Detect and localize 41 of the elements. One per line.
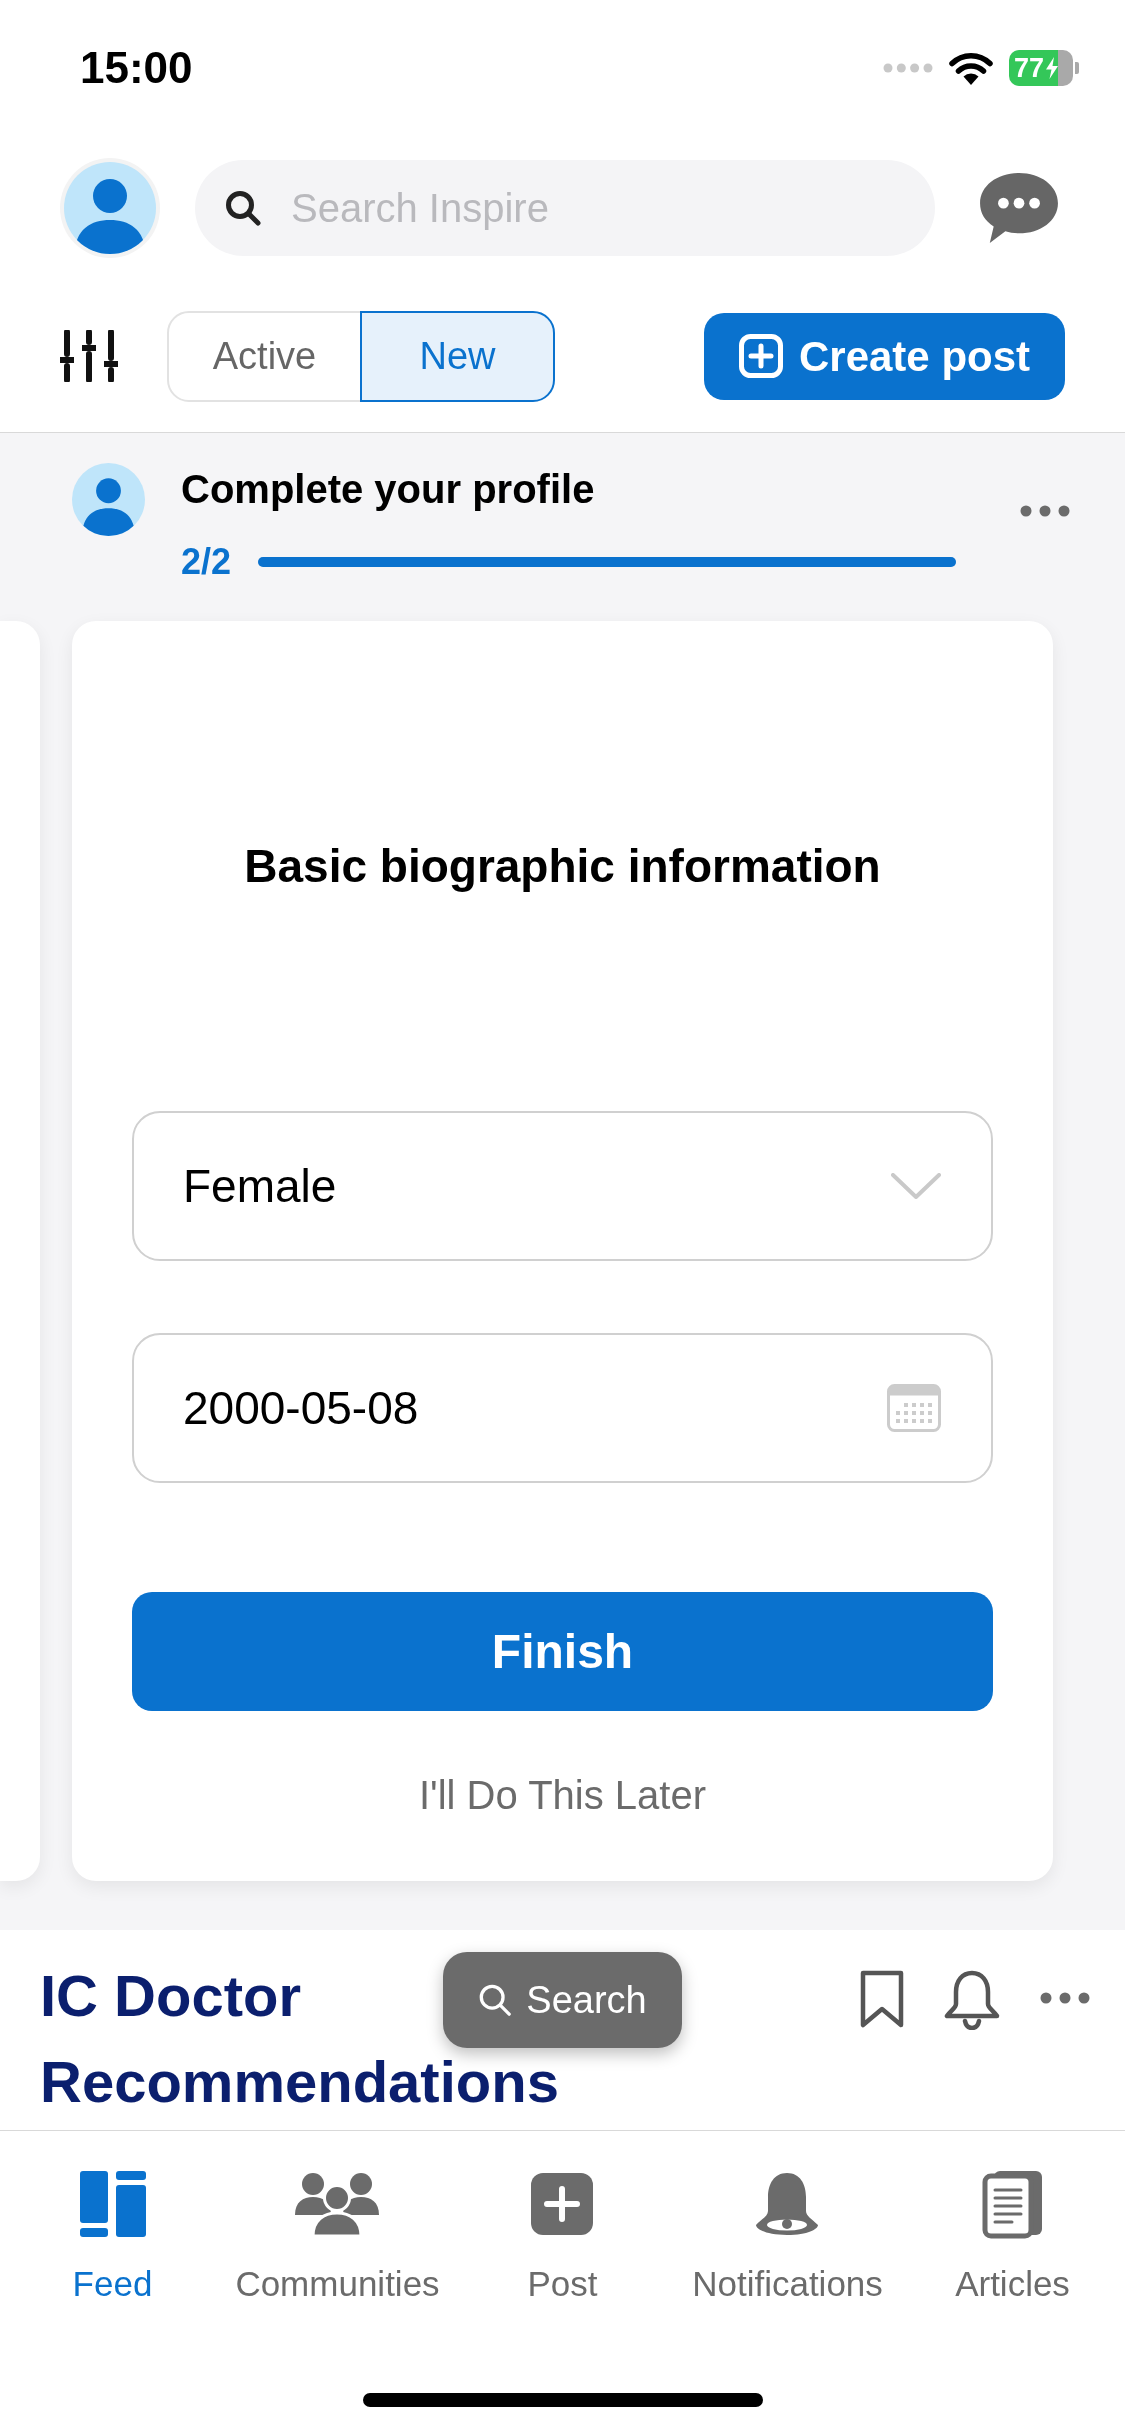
card-title: Basic biographic information — [244, 839, 881, 894]
profile-prompt-title: Complete your profile — [181, 466, 595, 513]
gender-select[interactable]: Female — [132, 1111, 993, 1261]
people-icon — [295, 2171, 380, 2237]
bell-icon — [754, 2171, 821, 2237]
battery-percentage: 77 — [1014, 54, 1045, 82]
plus-square-icon — [738, 334, 783, 378]
bookmark-icon[interactable] — [860, 1970, 904, 2028]
more-icon[interactable] — [1020, 505, 1070, 517]
tab-bar-item[interactable]: Feed — [72, 2169, 153, 2305]
search-toast[interactable]: Search — [443, 1952, 682, 2048]
progress-count: 2/2 — [181, 540, 232, 584]
section-title: Recommendations — [40, 2050, 559, 2114]
filter-tab[interactable]: New — [360, 310, 555, 402]
chat-bubble-icon[interactable] — [978, 171, 1060, 245]
wifi-icon — [948, 51, 994, 85]
finish-button[interactable]: Finish — [132, 1592, 993, 1711]
plus-square-icon — [531, 2173, 594, 2235]
date-field[interactable]: 2000-05-08 — [132, 1333, 993, 1483]
tab-bar-item[interactable]: Communities — [235, 2169, 440, 2305]
document-icon — [981, 2169, 1044, 2239]
more-icon[interactable] — [1040, 1992, 1090, 2004]
search-input[interactable]: Search Inspire — [291, 182, 905, 234]
tab-bar-item[interactable]: Post — [527, 2169, 598, 2305]
tab-bar-item[interactable]: Notifications — [692, 2169, 883, 2305]
search-bar[interactable]: Search Inspire — [195, 160, 935, 256]
section-title: IC Doctor — [40, 1964, 301, 2028]
search-icon — [478, 1983, 513, 2017]
search-icon — [225, 190, 261, 226]
filter-sliders-icon[interactable] — [60, 330, 118, 382]
feed-icon — [79, 2171, 146, 2237]
status-time: 15:00 — [80, 46, 193, 90]
avatar-icon[interactable] — [60, 158, 160, 258]
bell-icon[interactable] — [944, 1970, 1000, 2030]
signal-icon — [883, 63, 933, 73]
filter-tab[interactable]: Active — [167, 310, 362, 402]
tab-bar-item[interactable]: Articles — [955, 2169, 1070, 2305]
do-later-link[interactable]: I'll Do This Later — [419, 1771, 706, 1819]
avatar-icon[interactable] — [72, 463, 145, 536]
chevron-down-icon — [891, 1173, 941, 1199]
create-post-button[interactable]: Create post — [704, 312, 1065, 400]
